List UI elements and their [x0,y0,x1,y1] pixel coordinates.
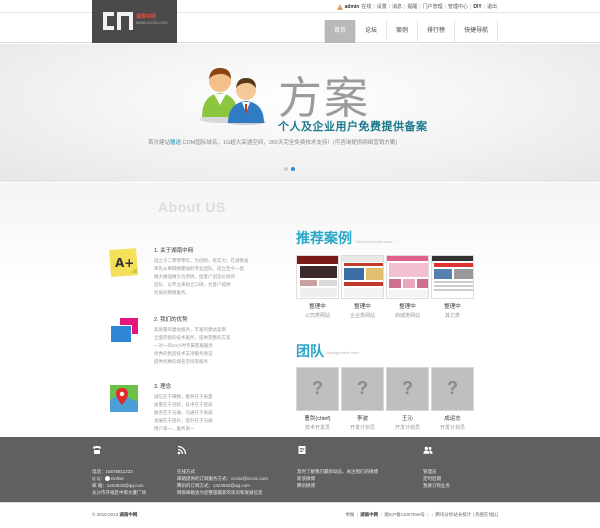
logout-link[interactable]: 退出 [487,3,497,10]
member-photo: ? [296,367,339,411]
team-list: ? 曹剑(chief) 技术开发员 ? 李波 开发计划员 ? 王沁 开发计划员 … [296,367,474,431]
copyright-brand: 湖南中网 [119,512,138,517]
footer-subscribe: 在线方式 邮箱提供的订阅服务方式：cccsc@cccsc.com 腾讯的订阅方式… [177,445,268,496]
admin-link[interactable]: admin [345,4,360,10]
nav-item-quick-nav[interactable]: 快捷导航 [454,20,499,43]
footer-qq: Q Q： Online [92,476,124,482]
people-illustration-icon [200,68,266,125]
logo-url: www.cccsc.com [136,20,168,25]
rss-icon [177,445,187,455]
user-alert-icon [336,3,343,10]
user-links: admin 在线 | 设置 | 消息 | 提醒 | 门户管理 | 管理中心 | … [336,3,497,10]
slide-dot-1[interactable] [284,167,288,171]
case-item[interactable]: 整理中 其它类 [431,255,474,319]
subscribe-heading: 在线方式 [177,469,195,474]
copyright: © 2010-2012 湖南中网 [92,512,138,517]
team-title: 团队 [296,343,324,359]
logo-name: 湖南中网 [136,14,157,20]
cases-title: 推荐案例 [296,230,352,246]
main-nav: 首页 论坛 案例 排行榜 快捷导航 [0,20,600,43]
footer-news: 及时了解我们最新动态，关注我们的微博 新浪微博 腾讯微博 [297,445,378,489]
top-bar: admin 在线 | 设置 | 消息 | 提醒 | 门户管理 | 管理中心 | … [0,0,600,13]
brand-link[interactable]: 湖南中网 [360,512,378,517]
banner-description: 首次建站赠送.COM国际域名，1G超大高速空间，365天完全免费技术支持！(可咨… [148,140,398,146]
content-area: About US A+ 1. 关于湖南中网 成立于二零零零年，为创新、有实力，在… [0,183,600,437]
footer-email[interactable]: 邮 箱：1424933@qq.com [92,482,146,489]
footer-address: 长沙市开福区中南大厦广场 [92,490,146,495]
bottom-links: 举报 | 湖南中网 ( 湘ICP备11007590号 ) | 腾讯分析站长统计 … [345,512,498,517]
phone-icon [93,446,101,454]
feature-heading: 1. 关于湖南中网 [154,248,194,254]
tencent-weibo-link[interactable]: 腾讯微博 [297,482,378,489]
cases-subtitle: Recommended case [356,239,393,244]
qq-icon [104,476,110,482]
admin-center-link[interactable]: 管理中心 [448,3,468,10]
feature-heading: 2. 我们的优势 [154,317,188,323]
nav-item-ranking[interactable]: 排行榜 [417,20,454,43]
nav-items: 首页 论坛 案例 排行榜 快捷导航 [324,20,499,43]
case-thumbnail[interactable] [341,255,384,299]
case-item[interactable]: 整理中 商城类网站 [386,255,429,319]
banner-title: 方案 [278,73,370,124]
footer-phone: 电话：15575811333 [92,469,133,474]
qq-status[interactable]: Online [111,476,124,481]
case-thumbnail[interactable] [296,255,339,299]
member-photo: ? [341,367,384,411]
team-member: ? 王沁 开发计划员 [386,367,429,431]
nav-item-forum[interactable]: 论坛 [355,20,386,43]
online-link[interactable]: 在线 [361,3,371,10]
settings-link[interactable]: 设置 [377,3,387,10]
slide-dot-2[interactable] [291,167,295,171]
sina-weibo-link[interactable]: 新浪微博 [297,475,378,482]
footer: 电话：15575811333 Q Q： Online 邮 箱：1424933@qq… [0,437,600,502]
cards-icon [110,318,138,343]
svg-text:A+: A+ [115,256,134,270]
reminders-link[interactable]: 提醒 [407,3,417,10]
team-member: ? 曹剑(chief) 技术开发员 [296,367,339,431]
report-link[interactable]: 举报 [345,512,354,517]
stats-link[interactable]: 腾讯分析站长统计 | 热图在线[1] [435,512,498,517]
case-thumbnail[interactable] [431,255,474,299]
diy-link[interactable]: DIY [473,4,481,10]
case-list: 整理中 公司类网站 整理中 企业类网站 整理中 商城类网站 整理中 其它类 [296,255,474,319]
site-logo[interactable]: 湖南中网 www.cccsc.com [92,0,177,43]
footer-members: 管理员 定时后期 我要订购业务 [423,445,450,489]
banner-highlight: 赠送 [170,140,182,146]
member-photo: ? [386,367,429,411]
aplus-note-icon: A+ [109,248,138,277]
feature-heading: 3. 理念 [154,384,172,390]
banner-subtitle: 个人及企业用户免费提供备案 [278,121,428,133]
case-thumbnail[interactable] [386,255,429,299]
nav-item-cases[interactable]: 案例 [386,20,417,43]
team-member: ? 李波 开发计划员 [341,367,384,431]
footer-contact: 电话：15575811333 Q Q： Online 邮 箱：1424933@qq… [92,445,146,496]
hero-banner: 方案 个人及企业用户免费提供备案 首次建站赠送.COM国际域名，1G超大高速空间… [0,44,600,182]
users-icon [423,446,433,454]
case-item[interactable]: 整理中 企业类网站 [341,255,384,319]
bottom-bar: © 2010-2012 湖南中网 举报 | 湖南中网 ( 湘ICP备110075… [0,502,600,528]
case-item[interactable]: 整理中 公司类网站 [296,255,339,319]
team-member: ? 成运志 开发计划员 [431,367,474,431]
logo-mark-icon [103,12,133,30]
about-title: About US [158,199,226,215]
team-subtitle: Management team [326,350,360,355]
document-icon [298,446,306,454]
map-pin-icon [110,385,138,412]
slide-dots [284,167,295,171]
messages-link[interactable]: 消息 [392,3,402,10]
nav-item-home[interactable]: 首页 [324,20,356,43]
member-photo: ? [431,367,474,411]
icp-link[interactable]: 湘ICP备11007590号 [384,512,425,517]
portal-admin-link[interactable]: 门户管理 [423,3,443,10]
